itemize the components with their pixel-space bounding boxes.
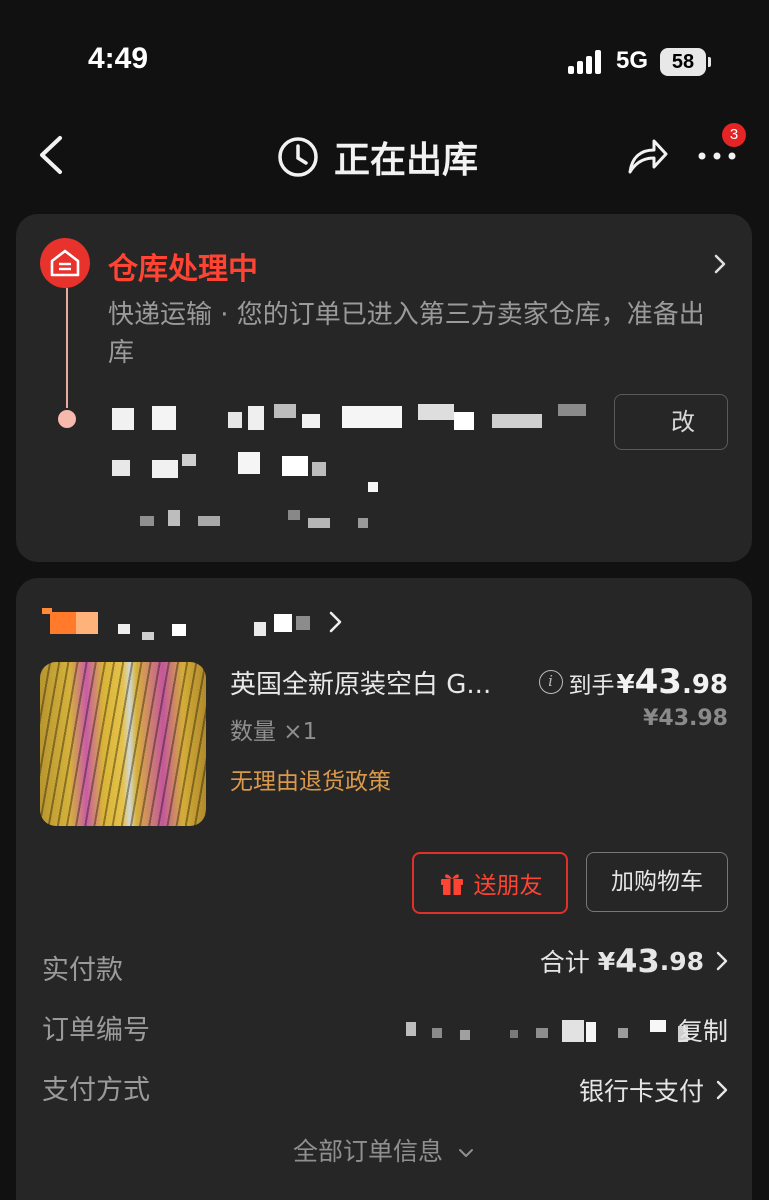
notification-badge: 3 bbox=[722, 123, 746, 147]
shop-chevron-icon[interactable] bbox=[328, 610, 344, 634]
share-icon[interactable] bbox=[624, 134, 670, 178]
address-dot-icon bbox=[58, 410, 76, 428]
all-order-info-toggle[interactable]: 全部订单信息 bbox=[16, 1132, 752, 1168]
chevron-down-icon bbox=[458, 1149, 473, 1157]
total-prefix: 合计 bbox=[539, 948, 590, 977]
product-title[interactable]: 英国全新原装空白 G... bbox=[230, 664, 491, 701]
price-integer: 43 bbox=[634, 662, 682, 702]
clock: 4:49 bbox=[88, 42, 149, 75]
original-price: ¥43.98 bbox=[643, 706, 728, 731]
timeline-line bbox=[66, 288, 68, 408]
total-decimal: .98 bbox=[659, 946, 704, 976]
chevron-right-icon bbox=[716, 951, 728, 971]
chevron-right-icon bbox=[716, 1080, 728, 1100]
product-quantity: 数量 ×1 bbox=[230, 719, 318, 745]
price-currency: ¥ bbox=[616, 670, 635, 700]
nav-title-group: 正在出库 bbox=[276, 132, 478, 182]
payment-method-text: 银行卡支付 bbox=[578, 1077, 704, 1106]
paid-amount-value[interactable]: 合计 ¥ 43 .98 bbox=[540, 942, 728, 980]
nav-bar: 正在出库 bbox=[0, 110, 769, 202]
signal-icon bbox=[568, 50, 608, 74]
payment-method-label: 支付方式 bbox=[42, 1075, 150, 1106]
price-decimal: .98 bbox=[681, 670, 728, 700]
return-policy-label[interactable]: 无理由退货政策 bbox=[230, 762, 391, 796]
all-order-info-label: 全部订单信息 bbox=[293, 1137, 444, 1166]
payment-method-value[interactable]: 银行卡支付 bbox=[579, 1072, 728, 1108]
shipping-status-card[interactable]: 仓库处理中 快递运输 · 您的订单已进入第三方卖家仓库，准备出库 改 bbox=[16, 214, 752, 562]
paid-amount-label: 实付款 bbox=[42, 955, 123, 986]
shipping-status-description: 快递运输 · 您的订单已进入第三方卖家仓库，准备出库 bbox=[108, 300, 705, 368]
product-image[interactable] bbox=[40, 662, 206, 826]
warehouse-icon bbox=[40, 238, 90, 288]
redacted-shop-name[interactable] bbox=[42, 604, 322, 644]
total-integer: 43 bbox=[615, 942, 660, 980]
add-to-cart-button[interactable]: 加购物车 bbox=[586, 852, 728, 912]
redacted-address bbox=[112, 404, 612, 544]
shipping-status-title: 仓库处理中 bbox=[108, 252, 258, 287]
order-card: 英国全新原装空白 G... 数量 ×1 无理由退货政策 i 到手 ¥ 43 .9… bbox=[16, 578, 752, 1200]
page-title: 正在出库 bbox=[334, 140, 479, 181]
redacted-order-number bbox=[406, 1016, 696, 1046]
status-bar: 4:49 5G 58 bbox=[0, 0, 769, 110]
info-icon[interactable]: i bbox=[538, 670, 563, 694]
copy-order-number-button[interactable]: 复制 bbox=[678, 1012, 728, 1048]
back-arrow-icon[interactable] bbox=[30, 130, 74, 180]
send-to-friend-button[interactable]: 送朋友 bbox=[412, 852, 568, 914]
gift-icon bbox=[440, 874, 463, 895]
final-price: i 到手 ¥ 43 .98 bbox=[538, 662, 728, 702]
price-label: 到手 bbox=[568, 673, 615, 699]
total-currency: ¥ bbox=[597, 946, 616, 976]
order-number-label: 订单编号 bbox=[42, 1015, 150, 1046]
clock-icon bbox=[278, 137, 318, 177]
modify-address-button[interactable]: 改 bbox=[614, 394, 728, 450]
send-to-friend-label: 送朋友 bbox=[473, 873, 543, 899]
battery-icon: 58 bbox=[660, 48, 711, 76]
chevron-right-icon[interactable] bbox=[710, 252, 730, 276]
network-type: 5G bbox=[616, 47, 649, 74]
